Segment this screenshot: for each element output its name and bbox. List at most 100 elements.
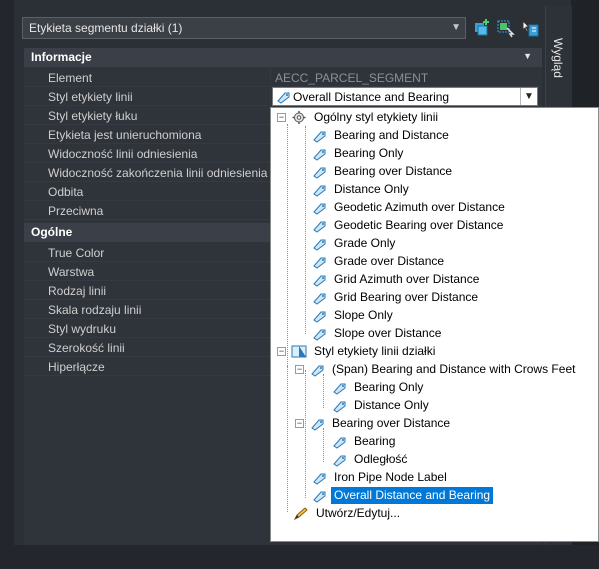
property-name: Styl wydruku [48, 322, 117, 336]
tree-connector [323, 428, 324, 462]
label-style-icon [311, 128, 327, 143]
collapse-icon[interactable]: − [295, 419, 304, 428]
tree-item-label: Bearing Only [354, 380, 424, 394]
collapse-icon[interactable]: − [277, 347, 286, 356]
create-edit-item[interactable]: Utwórz/Edytuj... [293, 505, 493, 522]
label-style-icon [331, 452, 347, 467]
label-style-icon [311, 146, 327, 161]
chevron-down-icon[interactable]: ▼ [451, 22, 461, 33]
collapse-icon[interactable]: − [277, 113, 286, 122]
tree-item[interactable]: Bearing Only [331, 379, 531, 396]
tree-item[interactable]: Bearing over Distance [311, 163, 571, 180]
label-style-icon [331, 380, 347, 395]
property-name: Etykieta jest unieruchomiona [48, 128, 202, 142]
tree-item[interactable]: Distance Only [331, 397, 531, 414]
tree-subgroup-bearing-over-distance[interactable]: − Bearing over Distance [295, 415, 535, 432]
tree-item[interactable]: Slope Only [311, 307, 571, 324]
tree-item[interactable]: Bearing and Distance [311, 127, 571, 144]
tree-item-selected[interactable]: Overall Distance and Bearing [311, 487, 551, 504]
property-value: AECC_PARCEL_SEGMENT [275, 71, 429, 85]
property-name: Rodzaj linii [48, 284, 107, 298]
property-row-element[interactable]: Element AECC_PARCEL_SEGMENT [24, 68, 542, 87]
tree-item-label: Bearing over Distance [334, 164, 453, 178]
tree-item-label: Odległość [354, 452, 408, 466]
left-frame [0, 0, 14, 569]
gear-icon [291, 110, 307, 125]
select-objects-icon[interactable] [496, 18, 516, 38]
tree-group-general-line-label[interactable]: − Ogólny styl etykiety linii [277, 109, 477, 126]
tree-item-label: Grid Azimuth over Distance [334, 272, 480, 286]
label-style-icon [311, 470, 327, 485]
tree-item[interactable]: Grid Azimuth over Distance [311, 271, 571, 288]
label-style-icon [311, 308, 327, 323]
property-name: Odbita [48, 185, 84, 199]
tree-item[interactable]: Grade over Distance [311, 253, 571, 270]
tab-wyglad[interactable]: Wygląd [549, 38, 567, 98]
category-label: Informacje [31, 50, 92, 64]
pencil-icon [293, 506, 309, 521]
property-name: Warstwa [48, 265, 95, 279]
property-name: Widoczność linii odniesienia [48, 147, 198, 161]
tree-item-label: Distance Only [354, 398, 429, 412]
tree-item-label: Geodetic Azimuth over Distance [334, 200, 505, 214]
label-style-icon [309, 362, 325, 377]
collapse-icon[interactable]: ▼ [523, 51, 532, 61]
property-name: Styl etykiety linii [48, 90, 133, 104]
tree-item[interactable]: Bearing Only [311, 145, 571, 162]
property-name: Styl etykiety łuku [48, 109, 138, 123]
tree-item[interactable]: Odległość [331, 451, 531, 468]
tree-item-label: Bearing Only [334, 146, 404, 160]
tree-item[interactable]: Geodetic Azimuth over Distance [311, 199, 571, 216]
label-style-icon [331, 434, 347, 449]
tree-item[interactable]: Grid Bearing over Distance [311, 289, 571, 306]
quick-select-icon[interactable] [472, 18, 492, 38]
label-style-icon [311, 236, 327, 251]
category-informacje[interactable]: Informacje ▼ [24, 48, 542, 67]
line-label-style-combo[interactable]: Overall Distance and Bearing ▼ [272, 87, 538, 106]
label-style-icon [275, 89, 291, 104]
tree-item-label: Grade Only [334, 236, 396, 250]
tree-subgroup-label: (Span) Bearing and Distance with Crows F… [332, 362, 576, 376]
tree-item[interactable]: Distance Only [311, 181, 571, 198]
tree-group-label: Styl etykiety linii działki [314, 344, 436, 358]
property-name: Skala rodzaju linii [48, 303, 142, 317]
tree-item-label: Overall Distance and Bearing [331, 487, 494, 504]
label-style-icon [311, 164, 327, 179]
label-style-icon [311, 182, 327, 197]
bottom-frame [0, 545, 599, 569]
property-name: Widoczność zakończenia linii odniesienia [48, 166, 268, 180]
tree-connector [305, 126, 306, 334]
tree-item-label: Slope Only [334, 308, 393, 322]
tree-connector [323, 374, 324, 408]
tree-item[interactable]: Slope over Distance [311, 325, 571, 342]
tree-item[interactable]: Geodetic Bearing over Distance [311, 217, 571, 234]
tree-subgroup-span[interactable]: − (Span) Bearing and Distance with Crows… [295, 361, 595, 378]
category-label: Ogólne [31, 225, 73, 239]
tree-item[interactable]: Bearing [331, 433, 531, 450]
column-divider [270, 68, 271, 87]
tree-item[interactable]: Iron Pipe Node Label [311, 469, 551, 486]
tree-connector [287, 124, 288, 366]
label-style-icon [311, 326, 327, 341]
property-name: True Color [48, 246, 105, 260]
label-style-icon [311, 488, 327, 503]
toggle-pickadd-icon[interactable] [520, 18, 540, 38]
tree-connector [305, 370, 306, 498]
label-style-icon [311, 254, 327, 269]
label-style-icon [311, 272, 327, 287]
tree-item-label: Grid Bearing over Distance [334, 290, 479, 304]
parcel-style-icon [291, 344, 307, 359]
tree-item-label: Slope over Distance [334, 326, 442, 340]
label-style-icon [309, 416, 325, 431]
tree-item-label: Grade over Distance [334, 254, 445, 268]
collapse-icon[interactable]: − [295, 365, 304, 374]
tree-connector [287, 366, 288, 512]
style-tree-dropdown[interactable]: − Ogólny styl etykiety linii Bearing and… [270, 107, 599, 542]
tree-group-label: Ogólny styl etykiety linii [314, 110, 439, 124]
chevron-down-icon[interactable]: ▼ [520, 88, 537, 105]
property-name: Przeciwna [48, 204, 104, 218]
tree-group-parcel-line-label[interactable]: − Styl etykiety linii działki [277, 343, 497, 360]
object-selector[interactable]: Etykieta segmentu działki (1) ▼ [22, 17, 466, 39]
property-name: Szerokość linii [48, 341, 125, 355]
tree-item[interactable]: Grade Only [311, 235, 571, 252]
